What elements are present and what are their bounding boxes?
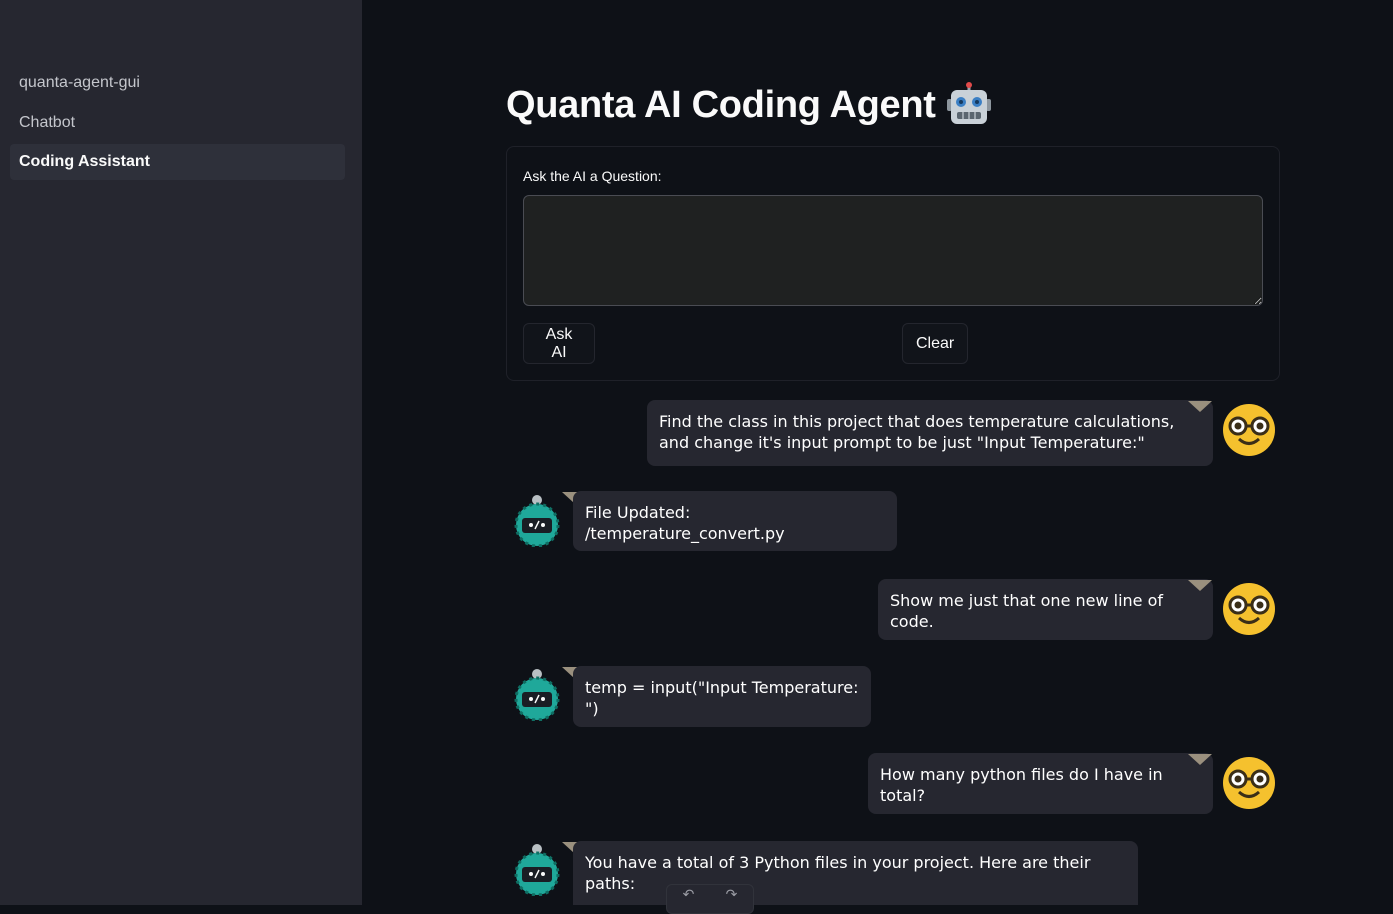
message-bubble: File Updated: /temperature_convert.py (573, 491, 897, 551)
robot-avatar-icon (514, 669, 560, 721)
page-title: Quanta AI Coding Agent (506, 83, 936, 126)
message-text: temp = input("Input Temperature: ") (585, 678, 859, 718)
sidebar-nav: quanta-agent-gui Chatbot Coding Assistan… (10, 65, 345, 184)
question-form: Ask the AI a Question: Ask AI Clear (506, 146, 1280, 381)
undo-icon[interactable]: ↶ (683, 887, 695, 903)
ask-ai-button[interactable]: Ask AI (523, 323, 595, 364)
message-bubble: You have a total of 3 Python files in yo… (573, 841, 1138, 905)
nerd-face-icon (1223, 757, 1275, 809)
bubble-pointer (1188, 580, 1212, 591)
question-input[interactable] (523, 195, 1263, 306)
sidebar-item-chatbot[interactable]: Chatbot (10, 105, 345, 141)
clear-button[interactable]: Clear (902, 323, 968, 364)
message-toolbar: ↶ ↷ (666, 884, 754, 914)
message-bubble: Find the class in this project that does… (647, 400, 1213, 466)
page-title-row: Quanta AI Coding Agent (506, 80, 992, 130)
sidebar-item-coding-assistant[interactable]: Coding Assistant (10, 144, 345, 180)
robot-face-icon (946, 82, 991, 124)
bubble-pointer (1188, 401, 1212, 412)
bubble-pointer (1188, 754, 1212, 765)
message-text: How many python files do I have in total… (880, 765, 1163, 805)
nerd-face-icon (1223, 404, 1275, 456)
robot-avatar-icon (514, 495, 560, 547)
message-text: Show me just that one new line of code. (890, 591, 1164, 631)
message-bubble: How many python files do I have in total… (868, 753, 1213, 814)
robot-avatar-icon (514, 844, 560, 896)
redo-icon[interactable]: ↷ (726, 887, 738, 903)
sidebar-item-quanta-agent-gui[interactable]: quanta-agent-gui (10, 65, 345, 101)
message-text: File Updated: /temperature_convert.py (585, 503, 785, 543)
question-label: Ask the AI a Question: (523, 168, 662, 184)
message-bubble: temp = input("Input Temperature: ") (573, 666, 871, 727)
message-text: You have a total of 3 Python files in yo… (585, 853, 1091, 893)
main-content: Quanta AI Coding Agent Ask the AI a Ques… (362, 0, 1393, 914)
message-text: Find the class in this project that does… (659, 412, 1175, 452)
nerd-face-icon (1223, 583, 1275, 635)
sidebar: quanta-agent-gui Chatbot Coding Assistan… (0, 0, 362, 905)
message-bubble: Show me just that one new line of code. (878, 579, 1213, 640)
